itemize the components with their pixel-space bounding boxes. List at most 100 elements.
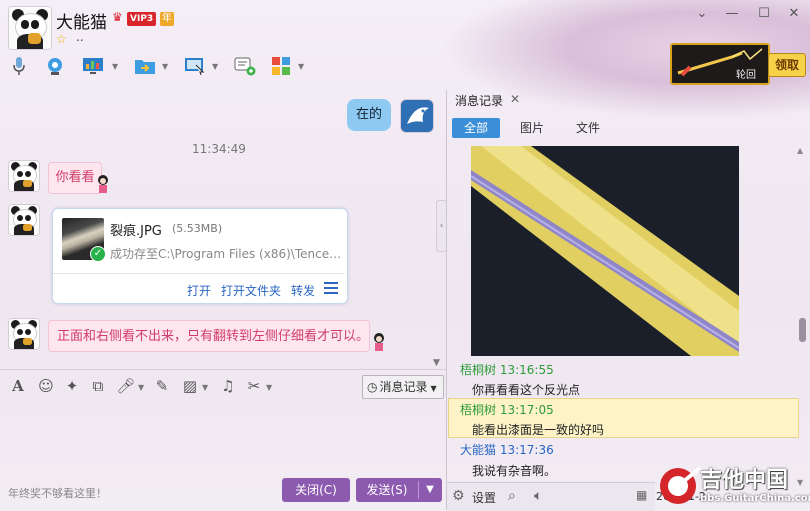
history-entry-header: 梧桐树 13:16:55 xyxy=(460,361,554,378)
site-watermark: 吉他中国 bbs.GuitarChina.com xyxy=(656,460,810,510)
screen-capture-icon[interactable]: ⧉ xyxy=(88,376,108,396)
history-time: 13:17:36 xyxy=(499,443,554,457)
tab-message-history[interactable]: 消息记录 xyxy=(455,92,503,109)
panda-avatar-icon xyxy=(9,205,39,235)
history-sender: 梧桐树 xyxy=(460,363,497,377)
minimize-button[interactable]: — xyxy=(723,6,741,22)
message-timestamp: 11:34:49 xyxy=(192,142,246,156)
filter-all[interactable]: 全部 xyxy=(452,118,500,138)
promo-claim-button[interactable]: 领取 xyxy=(768,53,806,77)
voice-dropdown-icon[interactable]: ▼ xyxy=(138,383,144,392)
contact-message-avatar[interactable] xyxy=(8,160,40,192)
history-scrollbar[interactable] xyxy=(799,318,806,342)
contact-message-avatar[interactable] xyxy=(8,204,40,236)
filter-files[interactable]: 文件 xyxy=(568,118,608,138)
contact-message-avatar[interactable] xyxy=(8,318,40,350)
history-entry-header: 梧桐树 13:17:05 xyxy=(460,401,554,418)
close-window-button[interactable]: ✕ xyxy=(785,6,803,22)
panda-avatar-icon xyxy=(9,319,39,349)
bird-avatar-icon xyxy=(407,107,429,124)
microphone-icon[interactable] xyxy=(8,55,30,77)
search-icon[interactable]: ⌕ xyxy=(508,488,516,504)
clock-icon: ◷ xyxy=(367,380,378,394)
girl-sticker-icon xyxy=(372,330,386,352)
speaker-icon[interactable]: 🔈︎ xyxy=(534,488,542,504)
message-history-button[interactable]: ◷ 消息记录 ▼ xyxy=(362,375,444,399)
panda-avatar-icon xyxy=(9,7,51,49)
vip-crown-icon: ♛ xyxy=(112,10,123,24)
voice-message-icon[interactable]: 🎤︎ xyxy=(116,376,136,396)
message-history-label: 消息记录 xyxy=(379,380,428,394)
file-size: (5.53MB) xyxy=(172,222,223,235)
history-dropdown-icon: ▼ xyxy=(430,384,437,393)
vip-year-badge: 年 xyxy=(160,12,174,26)
maximize-button[interactable]: ☐ xyxy=(755,6,773,22)
screen-share-icon[interactable] xyxy=(82,55,104,77)
apps-dropdown-icon[interactable]: ▼ xyxy=(298,62,304,71)
skin-icon[interactable]: ⌄ xyxy=(693,6,711,22)
file-save-status: 成功存至C:\Program Files (x86)\Tencent\QQ\..… xyxy=(110,247,346,261)
history-entry-text: 你再看看这个反光点 xyxy=(472,383,581,397)
settings-gear-icon[interactable]: ⚙ xyxy=(452,488,465,504)
calendar-icon[interactable]: ▦ xyxy=(636,488,647,502)
filter-images[interactable]: 图片 xyxy=(512,118,552,138)
incoming-message-bubble[interactable]: 你看看 xyxy=(48,162,102,194)
contact-avatar[interactable] xyxy=(8,6,52,50)
history-time: 13:17:05 xyxy=(499,403,554,417)
history-sender: 大能猫 xyxy=(460,443,497,457)
settings-label[interactable]: 设置 xyxy=(472,489,496,506)
send-options-dropdown-icon[interactable]: ▼ xyxy=(422,478,438,502)
history-scroll-up-icon[interactable]: ▲ xyxy=(797,146,803,155)
incoming-message-bubble[interactable]: 正面和右侧看不出来，只有翻转到左侧仔细看才可以。 xyxy=(48,320,370,352)
scissors-dropdown-icon[interactable]: ▼ xyxy=(266,383,272,392)
emoji-icon[interactable]: ☺ xyxy=(36,376,56,396)
watermark-title: 吉他中国 xyxy=(700,468,789,493)
image-icon[interactable]: ▨ xyxy=(180,376,200,396)
close-tab-icon[interactable]: ✕ xyxy=(510,92,520,106)
close-button[interactable]: 关闭(C) xyxy=(282,478,350,502)
girl-sticker-icon xyxy=(96,172,110,194)
file-name: 裂痕.JPG xyxy=(110,224,162,239)
panel-divider xyxy=(446,90,447,510)
send-divider xyxy=(418,481,419,499)
footer-tip[interactable]: 年终奖不够看这里！ xyxy=(8,485,107,501)
history-image[interactable] xyxy=(471,146,739,356)
file-transfer-dropdown-icon[interactable]: ▼ xyxy=(162,62,168,71)
history-time: 13:16:55 xyxy=(499,363,554,377)
panda-avatar-icon xyxy=(9,161,39,191)
history-entry-text: 我说有杂音啊。 xyxy=(472,464,557,478)
success-check-icon: ✓ xyxy=(90,246,106,262)
video-call-icon[interactable] xyxy=(44,55,66,77)
card-menu-icon[interactable] xyxy=(324,282,338,294)
self-avatar[interactable] xyxy=(400,99,434,133)
screen-share-dropdown-icon[interactable]: ▼ xyxy=(112,62,118,71)
send-label: 发送(S) xyxy=(366,483,408,497)
star-icon[interactable]: ☆ xyxy=(56,32,67,46)
image-dropdown-icon[interactable]: ▼ xyxy=(202,383,208,392)
apps-icon[interactable] xyxy=(270,55,292,77)
scroll-down-icon[interactable]: ▼ xyxy=(433,358,440,368)
message-input[interactable] xyxy=(0,399,446,474)
open-folder-link[interactable]: 打开文件夹 xyxy=(221,282,281,299)
guitar-china-logo-icon xyxy=(660,466,702,504)
file-transfer-icon[interactable] xyxy=(134,55,156,77)
outgoing-message-bubble[interactable]: 在的 xyxy=(347,99,391,131)
create-discussion-icon[interactable] xyxy=(234,55,256,77)
music-icon[interactable]: ♫ xyxy=(218,376,238,396)
open-file-link[interactable]: 打开 xyxy=(187,282,211,299)
remote-assist-dropdown-icon[interactable]: ▼ xyxy=(212,62,218,71)
history-sender: 梧桐树 xyxy=(460,403,497,417)
card-divider xyxy=(53,273,345,274)
composer-splitter[interactable] xyxy=(0,369,446,370)
watermark-url: bbs.GuitarChina.com xyxy=(700,493,810,504)
font-icon[interactable]: A xyxy=(8,376,28,396)
magic-wand-icon[interactable]: ✦ xyxy=(62,376,82,396)
history-entry-text: 能看出漆面是一致的好吗 xyxy=(472,423,605,437)
send-button[interactable]: 发送(S) ▼ xyxy=(356,478,442,502)
vip-badge[interactable]: VIP3 xyxy=(127,12,157,26)
edit-icon[interactable]: ✎ xyxy=(152,376,172,396)
forward-file-link[interactable]: 转发 xyxy=(291,282,315,299)
contact-signature: .. xyxy=(76,30,84,44)
remote-assist-icon[interactable] xyxy=(184,55,206,77)
scissors-icon[interactable]: ✂ xyxy=(244,376,264,396)
